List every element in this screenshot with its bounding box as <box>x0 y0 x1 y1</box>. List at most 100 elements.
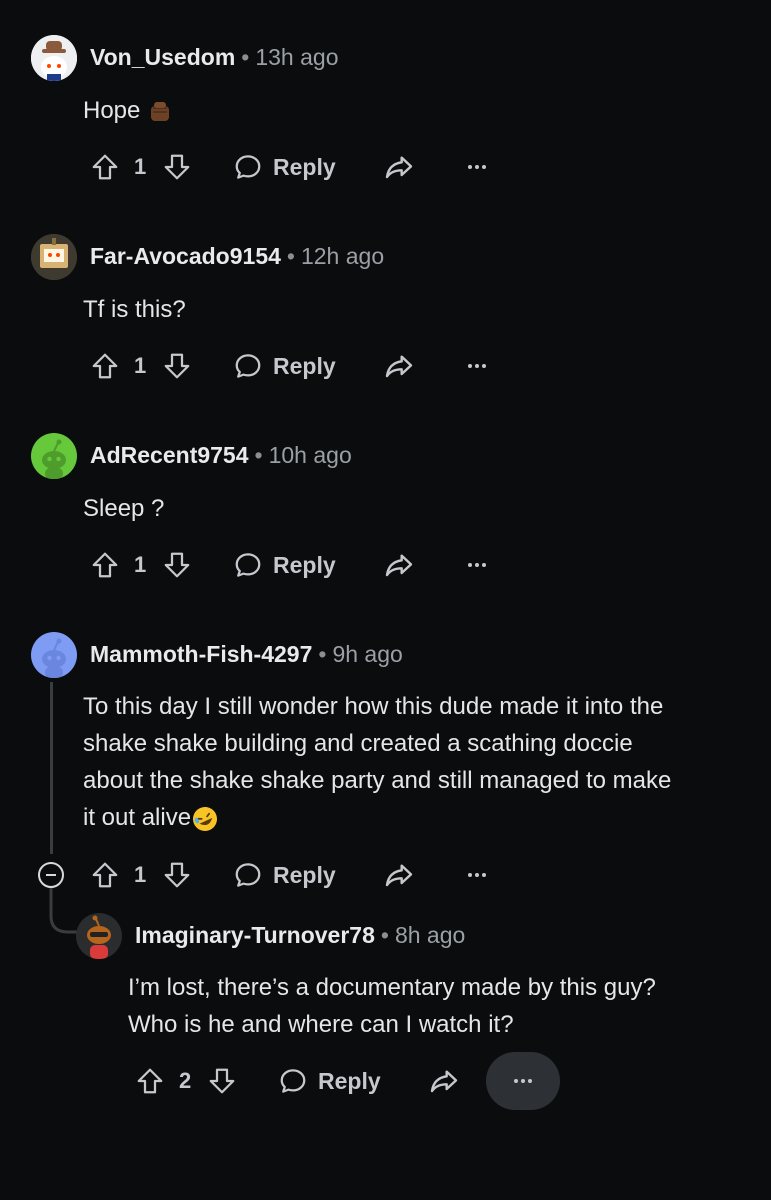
share-button[interactable] <box>383 543 415 587</box>
user-avatar[interactable] <box>31 433 77 479</box>
reply-label: Reply <box>273 352 336 379</box>
separator-dot: • <box>380 922 389 948</box>
user-avatar[interactable] <box>31 35 77 81</box>
upvote-icon <box>135 1066 165 1096</box>
reply-bubble-icon <box>278 1066 308 1096</box>
upvote-icon <box>90 351 120 381</box>
downvote-button[interactable] <box>162 853 192 897</box>
username[interactable]: Far-Avocado9154 <box>90 243 281 269</box>
upvote-button[interactable] <box>90 853 120 897</box>
more-dots-icon <box>465 155 489 179</box>
downvote-icon <box>162 152 192 182</box>
reply-label: Reply <box>318 1067 381 1094</box>
upvote-button[interactable] <box>90 145 120 189</box>
upvote-button[interactable] <box>90 344 120 388</box>
timestamp: 10h ago <box>268 442 352 468</box>
downvote-button[interactable] <box>162 543 192 587</box>
share-button[interactable] <box>383 344 415 388</box>
comment-line: I’m lost, there’s a documentary made by … <box>128 974 656 1001</box>
vote-count: 1 <box>134 552 147 577</box>
comment-line: shake shake building and created a scath… <box>83 730 633 757</box>
downvote-button[interactable] <box>162 145 192 189</box>
share-icon <box>383 151 415 183</box>
separator-dot: • <box>286 243 295 269</box>
user-avatar[interactable] <box>76 913 122 959</box>
username[interactable]: Von_Usedom <box>90 44 235 70</box>
share-button[interactable] <box>383 853 415 897</box>
comment-body: Hope <box>83 92 173 129</box>
comment-meta: AdRecent9754 • 10h ago <box>90 441 352 469</box>
comment-actions: 1 Reply <box>90 853 510 897</box>
reply-button[interactable]: Reply <box>233 344 336 388</box>
share-button[interactable] <box>428 1059 460 1103</box>
fist-emoji-icon <box>151 101 170 121</box>
more-dots-icon <box>511 1069 535 1093</box>
reply-bubble-icon <box>233 550 263 580</box>
comment-body: Tf is this? <box>83 291 186 328</box>
more-dots-icon <box>465 553 489 577</box>
separator-dot: • <box>254 442 263 468</box>
comment-text: Hope <box>83 97 141 124</box>
comment-meta: Von_Usedom • 13h ago <box>90 43 338 71</box>
username[interactable]: AdRecent9754 <box>90 442 249 468</box>
reply-button[interactable]: Reply <box>233 145 336 189</box>
user-avatar[interactable] <box>31 632 77 678</box>
separator-dot: • <box>241 44 250 70</box>
reply-label: Reply <box>273 153 336 180</box>
upvote-button[interactable] <box>135 1059 165 1103</box>
reply-comment: Imaginary-Turnover78 • 8h ago I’m lost, th… <box>0 897 771 1127</box>
green-snoo-icon <box>31 433 77 479</box>
downvote-button[interactable] <box>162 344 192 388</box>
more-dots-icon <box>465 863 489 887</box>
comment: Far-Avocado9154 • 12h ago Tf is this? 1 Re… <box>0 199 771 399</box>
reply-label: Reply <box>273 861 336 888</box>
share-icon <box>383 350 415 382</box>
share-icon <box>383 859 415 891</box>
share-icon <box>383 549 415 581</box>
cowboy-snoo-icon <box>31 35 77 81</box>
timestamp: 13h ago <box>255 44 339 70</box>
downvote-icon <box>162 550 192 580</box>
comment-text: Sleep ? <box>83 495 165 522</box>
comment-actions: 1 Reply <box>90 145 510 189</box>
comment-line: about the shake shake party and still ma… <box>83 767 672 794</box>
reply-bubble-icon <box>233 860 263 890</box>
comment-text: Tf is this? <box>83 296 186 323</box>
separator-dot: • <box>318 641 327 667</box>
more-options-button[interactable] <box>465 543 489 587</box>
reply-button[interactable]: Reply <box>233 543 336 587</box>
downvote-button[interactable] <box>207 1059 237 1103</box>
blue-snoo-icon <box>31 632 77 678</box>
more-dots-icon <box>465 354 489 378</box>
comment-meta: Imaginary-Turnover78 • 8h ago <box>135 921 465 949</box>
comment-body: Sleep ? <box>83 490 164 527</box>
upvote-icon <box>90 152 120 182</box>
upvote-button[interactable] <box>90 543 120 587</box>
reply-button[interactable]: Reply <box>233 853 336 897</box>
comment: Mammoth-Fish-4297 • 9h ago To this day I s… <box>0 597 771 897</box>
comment-line: To this day I still wonder how this dude… <box>83 693 664 720</box>
share-button[interactable] <box>383 145 415 189</box>
user-avatar[interactable] <box>31 234 77 280</box>
vote-count: 2 <box>179 1068 192 1093</box>
share-icon <box>428 1065 460 1097</box>
reply-bubble-icon <box>233 351 263 381</box>
vote-count: 1 <box>134 353 147 378</box>
username[interactable]: Mammoth-Fish-4297 <box>90 641 312 667</box>
upvote-icon <box>90 550 120 580</box>
red-snoo-icon <box>76 913 122 959</box>
vote-count: 1 <box>134 154 147 179</box>
robot-snoo-icon <box>31 234 77 280</box>
vote-count: 1 <box>134 862 147 887</box>
username[interactable]: Imaginary-Turnover78 <box>135 922 375 948</box>
more-options-button[interactable] <box>486 1052 560 1110</box>
downvote-icon <box>207 1066 237 1096</box>
downvote-icon <box>162 860 192 890</box>
reply-button[interactable]: Reply <box>278 1059 381 1103</box>
timestamp: 9h ago <box>332 641 403 667</box>
more-options-button[interactable] <box>465 853 489 897</box>
comment-meta: Far-Avocado9154 • 12h ago <box>90 242 384 270</box>
timestamp: 8h ago <box>394 922 466 948</box>
more-options-button[interactable] <box>465 344 489 388</box>
more-options-button[interactable] <box>465 145 489 189</box>
